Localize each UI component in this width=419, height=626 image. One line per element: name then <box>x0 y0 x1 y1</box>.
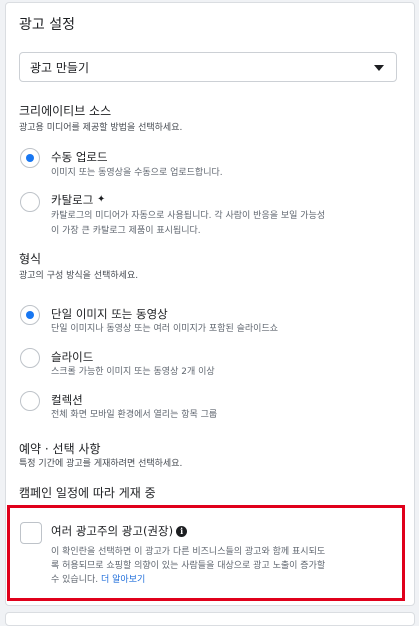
radio-carousel[interactable] <box>20 348 40 368</box>
dropdown-value: 광고 만들기 <box>30 61 90 75</box>
radio-catalog[interactable] <box>20 192 40 212</box>
option-collection-label: 컬렉션 <box>51 393 83 407</box>
multi-advertiser-checkbox[interactable] <box>20 522 42 544</box>
multi-advertiser-label: 여러 광고주의 광고(권장) <box>51 524 174 538</box>
option-carousel-label: 슬라이드 <box>51 350 94 364</box>
section-title: 광고 설정 <box>19 17 75 33</box>
creative-source-heading: 크리에이티브 소스 <box>19 104 112 118</box>
radio-collection[interactable] <box>20 391 40 411</box>
info-icon[interactable]: i <box>176 526 188 537</box>
sparkle-icon: ✦ <box>96 194 106 205</box>
multi-advertiser-desc-2: 록 허용되므로 쇼핑할 의향이 있는 사람들을 대상으로 광고 노출이 증가할 <box>51 561 326 571</box>
option-collection-desc: 전체 화면 모바일 환경에서 열리는 항목 그룹 <box>51 410 218 420</box>
reservation-description: 특정 기간에 광고를 게재하려면 선택하세요. <box>19 459 183 469</box>
learn-more-link[interactable]: 더 알아보기 <box>101 575 145 585</box>
creative-source-description: 광고용 미디어를 제공할 방법을 선택하세요. <box>19 123 183 133</box>
option-carousel-desc: 스크롤 가능한 이미지 또는 동영상 2개 이상 <box>51 367 215 377</box>
multi-advertiser-desc-3-row: 수 있습니다. 더 알아보기 <box>51 574 145 587</box>
radio-single-image[interactable] <box>20 305 40 325</box>
next-card <box>5 612 415 626</box>
ad-setup-dropdown[interactable]: 광고 만들기 <box>19 52 397 82</box>
multi-advertiser-desc-3: 수 있습니다. <box>51 575 99 585</box>
format-description: 광고의 구성 방식을 선택하세요. <box>19 271 139 281</box>
option-catalog-desc-2: 이 가장 큰 카탈로그 제품이 표시됩니다. <box>51 226 201 236</box>
option-single-image-label: 단일 이미지 또는 동영상 <box>51 307 168 321</box>
option-catalog-desc-1: 카탈로그의 미디어가 자동으로 사용됩니다. 각 사람이 반응을 보일 가능성 <box>51 211 326 221</box>
format-heading: 형식 <box>19 252 42 266</box>
multi-advertiser-desc-1: 이 확인란을 선택하면 이 광고가 다른 비즈니스들의 광고와 함께 표시되도 <box>51 547 326 557</box>
caret-down-icon <box>374 65 384 71</box>
option-manual-upload-label: 수동 업로드 <box>51 150 108 164</box>
multi-advertiser-title: 여러 광고주의 광고(권장) i <box>51 523 188 539</box>
option-single-image-desc: 단일 이미지나 동영상 또는 여러 이미지가 포함된 슬라이드쇼 <box>51 324 279 334</box>
reservation-heading: 예약 · 선택 사항 <box>19 442 101 456</box>
schedule-label: 캠페인 일정에 따라 게재 중 <box>19 486 156 500</box>
option-catalog-label: 카탈로그 <box>51 193 94 207</box>
radio-manual-upload[interactable] <box>20 148 40 168</box>
option-manual-upload-desc: 이미지 또는 동영상을 수동으로 업로드합니다. <box>51 168 223 178</box>
option-catalog: 카탈로그 ✦ <box>51 192 105 208</box>
